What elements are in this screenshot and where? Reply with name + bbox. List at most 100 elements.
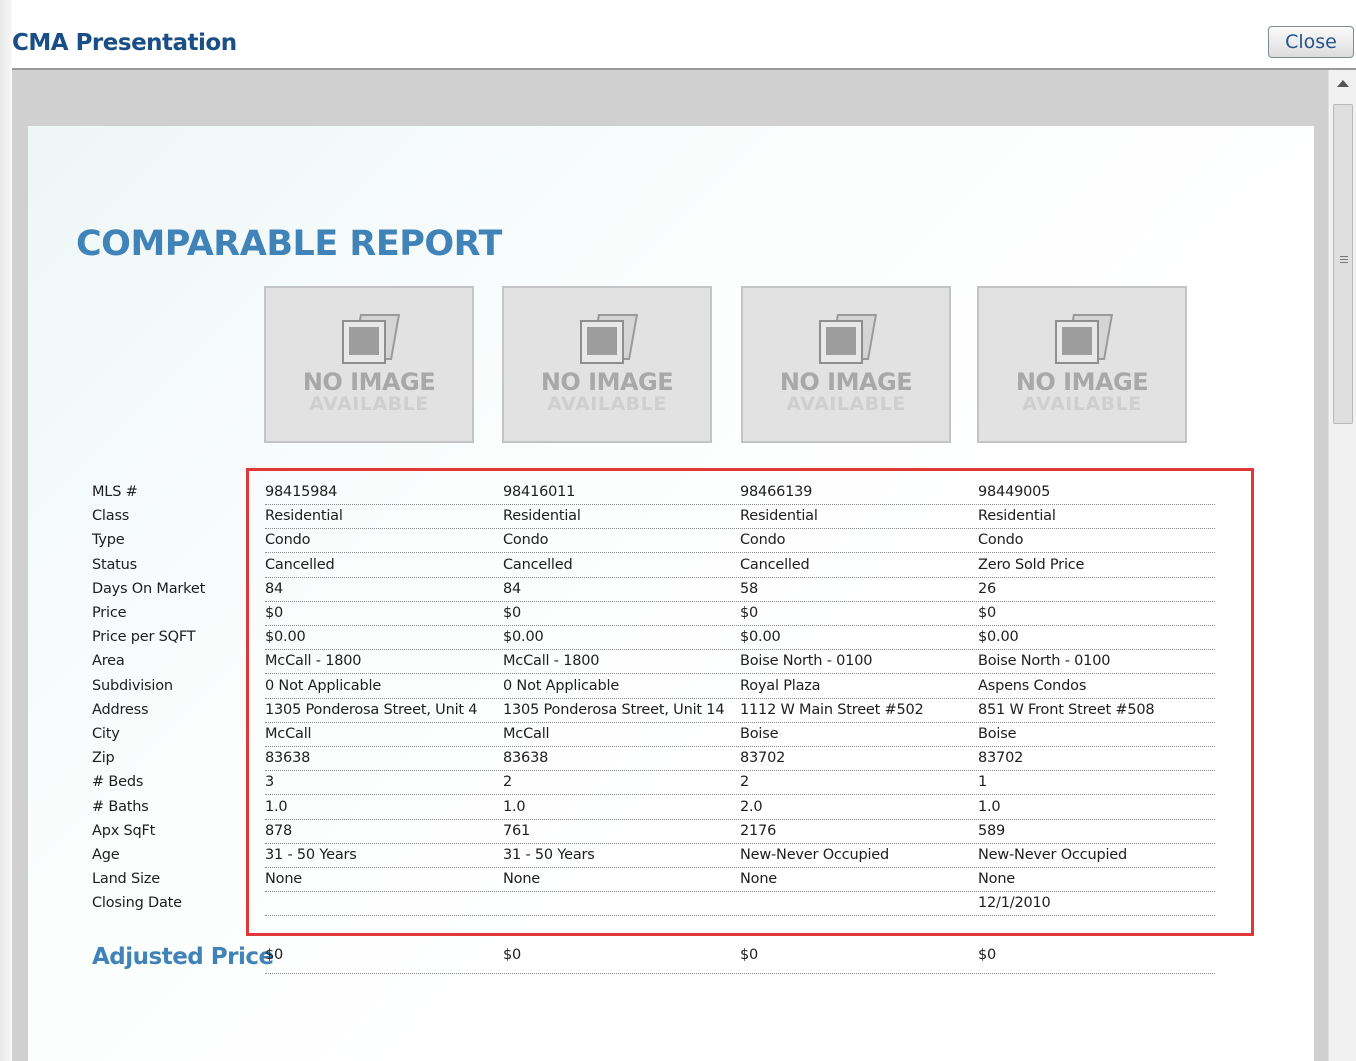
table-cell: $0 xyxy=(503,605,522,621)
row-label: Closing Date xyxy=(92,895,182,912)
table-cell: Residential xyxy=(978,508,1056,525)
grip-line xyxy=(1340,262,1348,263)
row-divider xyxy=(265,867,1215,868)
table-cell: 2 xyxy=(740,774,750,791)
table-cell: 84 xyxy=(265,580,284,597)
row-label: Age xyxy=(92,847,120,863)
row-divider xyxy=(265,915,1215,917)
photo-front-shape xyxy=(1055,320,1099,364)
table-cell: 98466139 xyxy=(740,484,813,500)
grip-line xyxy=(1340,256,1348,257)
photo-front-shape xyxy=(342,320,386,364)
table-cell: $0 xyxy=(265,605,284,621)
table-cell: 0 Not Applicable xyxy=(265,677,382,694)
row-label: Zip xyxy=(92,750,115,767)
no-image-text: NO IMAGE xyxy=(302,368,436,396)
dialog-title: CMA Presentation xyxy=(12,30,237,56)
table-cell: 98416011 xyxy=(503,484,576,500)
photo-front-shape xyxy=(819,320,863,364)
adjusted-price-cell: $0 xyxy=(503,947,522,963)
table-cell: None xyxy=(265,871,303,888)
report-title: COMPARABLE REPORT xyxy=(76,224,502,264)
row-divider xyxy=(265,552,1215,554)
table-cell: $0.00 xyxy=(265,629,306,646)
row-divider xyxy=(265,746,1215,747)
row-label: Address xyxy=(92,701,149,718)
table-cell: 2176 xyxy=(740,822,777,839)
table-cell: 2.0 xyxy=(740,798,763,815)
scroll-up-arrow-icon[interactable] xyxy=(1337,80,1349,87)
table-cell: 2 xyxy=(503,774,513,791)
table-cell: None xyxy=(503,871,541,888)
grip-line xyxy=(1340,259,1348,260)
table-cell: 1305 Ponderosa Street, Unit 14 xyxy=(503,701,725,718)
row-label: City xyxy=(92,726,120,742)
table-cell: Aspens Condos xyxy=(978,677,1087,694)
table-cell: 878 xyxy=(265,822,293,839)
row-label: Area xyxy=(92,653,125,670)
row-label: Days On Market xyxy=(92,580,206,597)
table-cell: Boise North - 0100 xyxy=(978,653,1111,670)
table-cell: None xyxy=(740,871,778,888)
table-cell: Condo xyxy=(503,532,549,549)
table-cell: New-Never Occupied xyxy=(740,847,890,863)
table-cell: 0 Not Applicable xyxy=(503,677,620,694)
table-cell: 31 - 50 Years xyxy=(503,847,595,863)
row-divider xyxy=(265,721,1215,723)
table-cell: McCall xyxy=(265,726,312,742)
property-photo-placeholder: NO IMAGE AVAILABLE xyxy=(977,286,1187,443)
property-photo-placeholder: NO IMAGE AVAILABLE xyxy=(502,286,712,443)
table-cell: 83638 xyxy=(503,750,549,767)
no-image-text: NO IMAGE xyxy=(540,368,674,396)
table-cell: Condo xyxy=(740,532,786,549)
row-divider xyxy=(265,649,1215,651)
available-text: AVAILABLE xyxy=(309,393,429,415)
row-divider xyxy=(265,818,1215,820)
row-label: Price per SQFT xyxy=(92,629,196,646)
row-label: # Baths xyxy=(92,798,149,815)
row-divider xyxy=(265,891,1215,893)
photo-placeholder-icon xyxy=(817,312,878,364)
table-cell: Cancelled xyxy=(265,556,335,573)
table-cell: 3 xyxy=(265,774,275,791)
row-divider xyxy=(265,576,1215,578)
table-cell: 98415984 xyxy=(265,484,338,500)
vertical-scrollbar[interactable] xyxy=(1328,70,1356,1061)
adjusted-price-cell: $0 xyxy=(978,947,997,963)
table-cell: 589 xyxy=(978,822,1006,839)
table-cell: $0.00 xyxy=(503,629,544,646)
table-cell: Cancelled xyxy=(503,556,573,573)
table-cell: 1.0 xyxy=(978,798,1001,815)
row-label: # Beds xyxy=(92,774,144,791)
table-cell: New-Never Occupied xyxy=(978,847,1128,863)
table-cell: 761 xyxy=(503,822,531,839)
table-cell: $0 xyxy=(978,605,997,621)
adjusted-price-cell: $0 xyxy=(740,947,759,963)
row-label: Subdivision xyxy=(92,677,173,694)
photo-placeholder-icon xyxy=(340,312,401,364)
row-label: Land Size xyxy=(92,871,160,888)
row-divider xyxy=(265,600,1215,602)
table-cell: None xyxy=(978,871,1016,888)
table-cell: 58 xyxy=(740,580,759,597)
table-cell: Residential xyxy=(265,508,343,525)
table-cell: Condo xyxy=(978,532,1024,549)
row-divider xyxy=(265,697,1215,699)
table-cell: Boise xyxy=(740,726,779,742)
table-cell: $0.00 xyxy=(740,629,781,646)
table-cell: McCall xyxy=(503,726,550,742)
no-image-text: NO IMAGE xyxy=(779,368,913,396)
table-cell: 1.0 xyxy=(265,798,288,815)
table-cell: Royal Plaza xyxy=(740,677,821,694)
scroll-thumb[interactable] xyxy=(1333,104,1353,424)
row-label: Class xyxy=(92,508,130,525)
property-photo-placeholder: NO IMAGE AVAILABLE xyxy=(264,286,474,443)
dialog-titlebar: CMA Presentation Close xyxy=(12,14,1356,70)
table-cell: 83702 xyxy=(978,750,1024,767)
row-divider xyxy=(265,625,1215,626)
row-divider xyxy=(265,504,1215,505)
available-text: AVAILABLE xyxy=(786,393,906,415)
close-button[interactable]: Close xyxy=(1268,26,1354,58)
table-cell: 83638 xyxy=(265,750,311,767)
photo-placeholder-icon xyxy=(578,312,639,364)
